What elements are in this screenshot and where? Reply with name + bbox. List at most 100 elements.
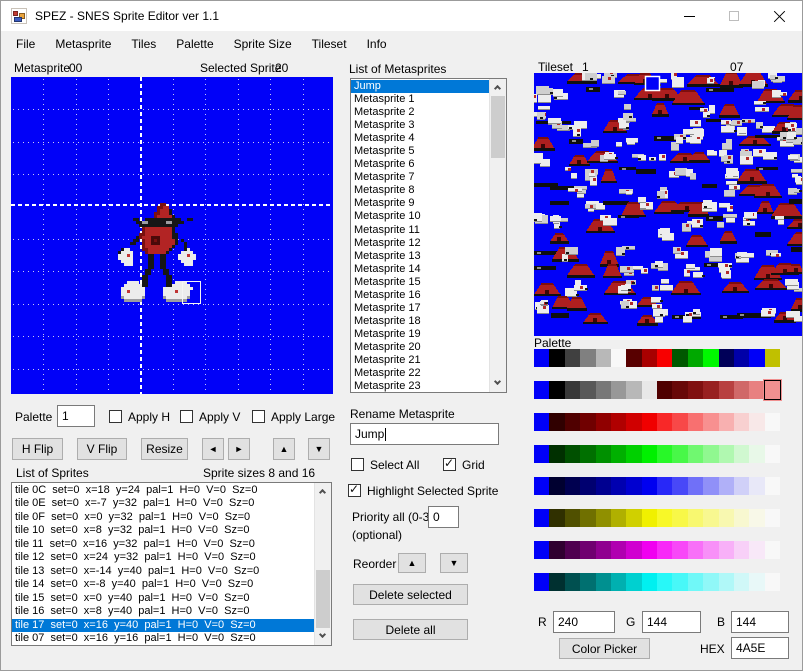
palette-swatch[interactable]	[580, 509, 595, 527]
select-all-checkbox[interactable]	[351, 458, 364, 471]
palette-swatch[interactable]	[642, 509, 657, 527]
metasprite-list-item[interactable]: Metasprite 11	[351, 224, 489, 237]
palette-swatch[interactable]	[611, 541, 626, 559]
sprite-list-item[interactable]: tile 14 set=0 x=-8 y=40 pal=1 H=0 V=0 Sz…	[12, 578, 314, 591]
palette-swatch[interactable]	[642, 413, 657, 431]
metasprite-list-item[interactable]: Metasprite 8	[351, 184, 489, 197]
menu-metasprite[interactable]: Metasprite	[45, 31, 121, 57]
color-picker-button[interactable]: Color Picker	[559, 638, 650, 659]
palette-swatch[interactable]	[626, 509, 641, 527]
palette-swatch[interactable]	[672, 349, 687, 367]
red-input[interactable]: 240	[553, 611, 615, 633]
scroll-thumb[interactable]	[316, 570, 330, 628]
palette-number-input[interactable]: 1	[57, 405, 95, 427]
sprite-list-item[interactable]: tile 0E set=0 x=-7 y=32 pal=1 H=0 V=0 Sz…	[12, 497, 314, 510]
metasprite-list-item[interactable]: Metasprite 10	[351, 210, 489, 223]
sprite-list-item[interactable]: tile 11 set=0 x=16 y=32 pal=1 H=0 V=0 Sz…	[12, 538, 314, 551]
sprite-list-item[interactable]: tile 12 set=0 x=24 y=32 pal=1 H=0 V=0 Sz…	[12, 551, 314, 564]
palette-swatch[interactable]	[734, 413, 749, 431]
palette-swatch[interactable]	[719, 509, 734, 527]
menu-info[interactable]: Info	[357, 31, 397, 57]
palette-swatch[interactable]	[565, 477, 580, 495]
palette-swatch[interactable]	[734, 381, 749, 399]
metasprite-list-item[interactable]: Metasprite 15	[351, 276, 489, 289]
palette-swatch[interactable]	[549, 381, 564, 399]
palette-swatch[interactable]	[703, 413, 718, 431]
palette-swatch[interactable]	[703, 445, 718, 463]
metasprite-list-item[interactable]: Metasprite 17	[351, 302, 489, 315]
palette-swatch[interactable]	[657, 509, 672, 527]
sprite-list-item[interactable]: tile 07 set=0 x=16 y=16 pal=1 H=0 V=0 Sz…	[12, 632, 314, 645]
palette-swatch[interactable]	[657, 477, 672, 495]
palette-swatch[interactable]	[765, 349, 780, 367]
palette-swatch[interactable]	[657, 541, 672, 559]
palette-swatch[interactable]	[596, 477, 611, 495]
palette-swatch[interactable]	[580, 477, 595, 495]
palette-swatch[interactable]	[534, 445, 549, 463]
palette-swatch[interactable]	[719, 445, 734, 463]
move-left-button[interactable]: ◄	[202, 438, 224, 460]
resize-button[interactable]: Resize	[141, 438, 188, 460]
metasprite-list-item[interactable]: Metasprite 1	[351, 93, 489, 106]
palette-swatch[interactable]	[596, 381, 611, 399]
palette-swatch[interactable]	[688, 573, 703, 591]
palette-swatch[interactable]	[734, 541, 749, 559]
scroll-up-button[interactable]	[490, 79, 506, 96]
palette-swatch[interactable]	[596, 349, 611, 367]
metasprite-list-item[interactable]: Metasprite 16	[351, 289, 489, 302]
palette-swatch[interactable]	[657, 573, 672, 591]
metasprite-list-scrollbar[interactable]	[489, 79, 506, 392]
palette-swatch[interactable]	[688, 413, 703, 431]
metasprite-list-item[interactable]: Metasprite 23	[351, 380, 489, 392]
palette-swatch[interactable]	[719, 541, 734, 559]
palette-swatch[interactable]	[657, 445, 672, 463]
palette-swatch[interactable]	[749, 573, 764, 591]
palette-swatch[interactable]	[688, 477, 703, 495]
palette-swatch[interactable]	[611, 477, 626, 495]
palette-swatch[interactable]	[672, 477, 687, 495]
palette-swatch[interactable]	[534, 541, 549, 559]
priority-input[interactable]: 0	[428, 506, 459, 528]
palette-swatch[interactable]	[565, 509, 580, 527]
move-down-button[interactable]: ▼	[308, 438, 330, 460]
palette-swatch[interactable]	[642, 381, 657, 399]
palette-swatch[interactable]	[565, 445, 580, 463]
reorder-up-button[interactable]: ▲	[398, 553, 426, 573]
palette-swatch[interactable]	[626, 573, 641, 591]
apply-large-checkbox[interactable]	[252, 410, 265, 423]
menu-palette[interactable]: Palette	[166, 31, 223, 57]
metasprite-list-item[interactable]: Metasprite 18	[351, 315, 489, 328]
palette-swatch[interactable]	[688, 541, 703, 559]
palette-swatch[interactable]	[580, 445, 595, 463]
sprite-list-item[interactable]: tile 0F set=0 x=0 y=32 pal=1 H=0 V=0 Sz=…	[12, 511, 314, 524]
palette-swatch[interactable]	[549, 509, 564, 527]
metasprite-list-item[interactable]: Metasprite 12	[351, 237, 489, 250]
palette-swatch[interactable]	[580, 381, 595, 399]
metasprite-list-item[interactable]: Metasprite 3	[351, 119, 489, 132]
palette-swatch[interactable]	[596, 541, 611, 559]
palette-swatch[interactable]	[565, 541, 580, 559]
move-up-button[interactable]: ▲	[273, 438, 295, 460]
menu-tiles[interactable]: Tiles	[121, 31, 166, 57]
move-right-button[interactable]: ►	[228, 438, 250, 460]
palette-swatch[interactable]	[749, 381, 764, 399]
palette-swatch[interactable]	[734, 573, 749, 591]
palette-swatch[interactable]	[719, 349, 734, 367]
metasprite-list-item[interactable]: Metasprite 9	[351, 197, 489, 210]
palette-swatch[interactable]	[688, 509, 703, 527]
palette-swatch[interactable]	[672, 445, 687, 463]
palette-swatch[interactable]	[703, 509, 718, 527]
sprite-list-item[interactable]: tile 0C set=0 x=18 y=24 pal=1 H=0 V=0 Sz…	[12, 484, 314, 497]
metasprite-list-item[interactable]: Metasprite 21	[351, 354, 489, 367]
palette-swatch[interactable]	[549, 573, 564, 591]
palette-swatch[interactable]	[580, 573, 595, 591]
sprite-list-item[interactable]: tile 13 set=0 x=-14 y=40 pal=1 H=0 V=0 S…	[12, 565, 314, 578]
palette-swatch[interactable]	[565, 381, 580, 399]
palette-swatch[interactable]	[611, 381, 626, 399]
palette-swatch[interactable]	[657, 413, 672, 431]
close-button[interactable]	[757, 1, 802, 31]
menu-tileset[interactable]: Tileset	[302, 31, 357, 57]
palette-swatch[interactable]	[688, 349, 703, 367]
metasprite-list-item[interactable]: Metasprite 19	[351, 328, 489, 341]
highlight-selected-checkbox[interactable]	[348, 484, 361, 497]
